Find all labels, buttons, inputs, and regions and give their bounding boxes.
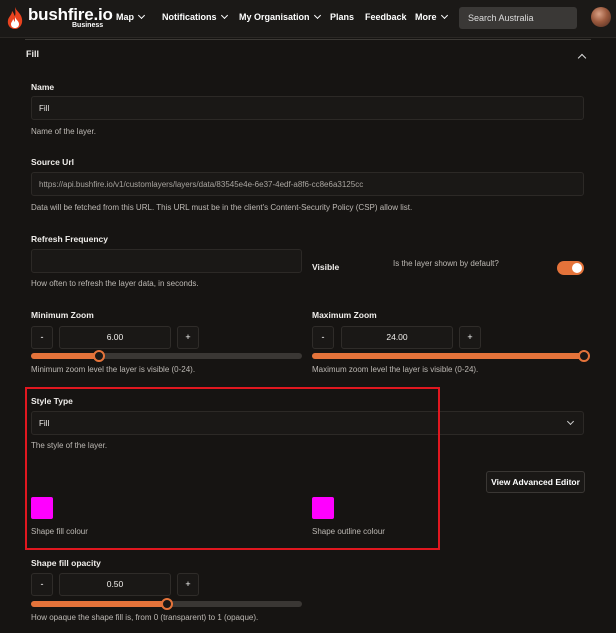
layer-settings-panel: Fill Name Fill Name of the layer. Source… (25, 39, 591, 633)
nav-more-label: More (415, 12, 437, 22)
min-zoom-label: Minimum Zoom (31, 310, 94, 320)
toggle-knob (572, 263, 582, 273)
brand-subtitle: Business (72, 22, 104, 29)
min-zoom-decrement-button[interactable]: - (31, 326, 53, 349)
slider-thumb[interactable] (92, 350, 105, 362)
nav-feedback-label: Feedback (365, 12, 407, 22)
fill-opacity-value[interactable]: 0.50 (59, 573, 171, 596)
section-title: Fill (26, 49, 39, 59)
max-zoom-slider[interactable] (312, 350, 590, 362)
slider-thumb[interactable] (578, 350, 590, 362)
visible-label: Visible (312, 262, 340, 272)
fill-opacity-increment-button[interactable]: + (177, 573, 199, 596)
source-url-help: Data will be fetched from this URL. This… (31, 203, 413, 212)
chevron-down-icon (566, 417, 575, 426)
max-zoom-label: Maximum Zoom (312, 310, 377, 320)
flame-logo-icon[interactable] (5, 6, 25, 30)
nav-feedback[interactable]: Feedback (365, 12, 407, 22)
fill-opacity-slider[interactable] (31, 598, 302, 610)
fill-opacity-help: How opaque the shape fill is, from 0 (tr… (31, 613, 259, 622)
nav-my-organisation[interactable]: My Organisation (239, 11, 321, 22)
slider-fill (31, 353, 99, 359)
nav-plans[interactable]: Plans (330, 12, 354, 22)
highlight-box (25, 387, 440, 550)
nav-notifications[interactable]: Notifications (162, 11, 228, 22)
slider-fill (312, 353, 584, 359)
chevron-down-icon (137, 11, 146, 20)
min-zoom-help: Minimum zoom level the layer is visible … (31, 365, 196, 374)
refresh-frequency-label: Refresh Frequency (31, 234, 108, 244)
avatar[interactable] (591, 7, 611, 27)
fill-opacity-decrement-button[interactable]: - (31, 573, 53, 596)
max-zoom-value[interactable]: 24.00 (341, 326, 453, 349)
slider-thumb[interactable] (160, 598, 173, 610)
search-input[interactable] (459, 7, 577, 29)
nav-map-label: Map (116, 12, 134, 22)
view-advanced-editor-button[interactable]: View Advanced Editor (486, 471, 585, 493)
top-nav: bushfire.io Business Map Notifications M… (0, 0, 616, 38)
fill-opacity-label: Shape fill opacity (31, 558, 101, 568)
nav-plans-label: Plans (330, 12, 355, 22)
nav-my-organisation-label: My Organisation (239, 12, 310, 22)
name-label: Name (31, 82, 55, 92)
chevron-up-icon[interactable] (577, 53, 587, 63)
min-zoom-slider[interactable] (31, 350, 302, 362)
min-zoom-increment-button[interactable]: + (177, 326, 199, 349)
visible-help: Is the layer shown by default? (393, 259, 499, 268)
source-url-label: Source Url (31, 157, 74, 167)
name-input[interactable]: Fill (31, 96, 584, 120)
refresh-frequency-input[interactable] (31, 249, 302, 273)
chevron-down-icon (440, 11, 448, 20)
nav-notifications-label: Notifications (162, 12, 217, 22)
name-help: Name of the layer. (31, 127, 96, 136)
chevron-down-icon (313, 11, 321, 20)
max-zoom-decrement-button[interactable]: - (312, 326, 334, 349)
max-zoom-help: Maximum zoom level the layer is visible … (312, 365, 479, 374)
slider-fill (31, 601, 167, 607)
max-zoom-increment-button[interactable]: + (459, 326, 481, 349)
visible-toggle[interactable] (557, 261, 584, 275)
chevron-down-icon (220, 11, 228, 20)
nav-more[interactable]: More (415, 11, 448, 22)
source-url-input[interactable]: https://api.bushfire.io/v1/customlayers/… (31, 172, 584, 196)
nav-map[interactable]: Map (116, 11, 146, 22)
refresh-frequency-help: How often to refresh the layer data, in … (31, 279, 199, 288)
min-zoom-value[interactable]: 6.00 (59, 326, 171, 349)
